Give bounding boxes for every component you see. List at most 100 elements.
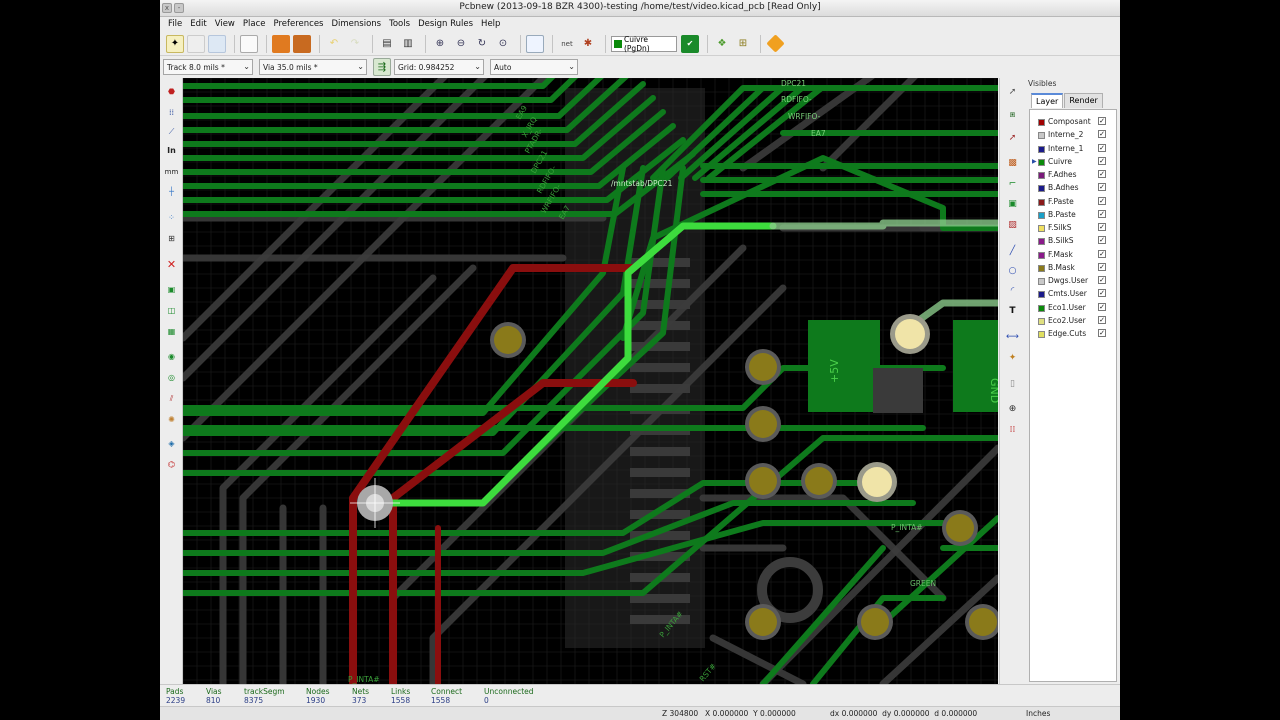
layer-color-swatch[interactable]: [1038, 304, 1045, 312]
menu-edit[interactable]: Edit: [186, 17, 210, 32]
open-board-icon[interactable]: [187, 34, 205, 53]
highlight-net-icon[interactable]: ⧆: [1004, 106, 1021, 123]
layer-row[interactable]: Cmts.User ✓: [1030, 288, 1118, 301]
layer-color-swatch[interactable]: [1038, 317, 1045, 325]
layer-color-swatch[interactable]: [1038, 264, 1045, 272]
layer-color-swatch[interactable]: [1038, 251, 1045, 259]
undo-icon[interactable]: ↶: [325, 35, 343, 53]
layer-visible-checkbox[interactable]: ✓: [1098, 236, 1106, 245]
ratsnest-icon[interactable]: ⁘: [163, 209, 180, 226]
layer-color-swatch[interactable]: [1038, 158, 1045, 166]
module-ratsnest-icon[interactable]: ⊞: [163, 230, 180, 247]
netlist-icon[interactable]: net: [558, 35, 576, 53]
zone-sketch-icon[interactable]: ▦: [163, 323, 180, 340]
layer-row[interactable]: B.Mask ✓: [1030, 262, 1118, 275]
auto-delete-track-icon[interactable]: ✕: [163, 256, 180, 273]
new-board-icon[interactable]: ✦: [166, 34, 184, 53]
polar-coords-icon[interactable]: ⟋: [163, 123, 180, 140]
add-keepout-icon[interactable]: ▨: [1004, 216, 1021, 233]
layer-visible-checkbox[interactable]: ✓: [1098, 130, 1106, 139]
autoroute-icon[interactable]: ⊞: [734, 35, 752, 53]
grid-select[interactable]: Grid: 0.984252 ⌄: [394, 59, 484, 75]
autoplace-icon[interactable]: ❖: [713, 35, 731, 53]
layer-visible-checkbox[interactable]: ✓: [1098, 262, 1106, 271]
add-circle-icon[interactable]: ○: [1004, 262, 1021, 279]
layer-visible-checkbox[interactable]: ✓: [1098, 170, 1106, 178]
menu-dimensions[interactable]: Dimensions: [327, 17, 385, 32]
module-viewer-icon[interactable]: [293, 34, 311, 53]
zoom-redraw-icon[interactable]: ↻: [473, 35, 491, 53]
add-module-icon[interactable]: ▩: [1004, 154, 1021, 171]
layer-row[interactable]: F.Paste ✓: [1030, 196, 1118, 209]
layer-color-swatch[interactable]: [1038, 238, 1045, 246]
layer-row[interactable]: F.SilkS ✓: [1030, 222, 1118, 235]
pcb-canvas[interactable]: DPC21 RDFIFO- WRFIFO- EA7 EA9 X_IRQ PTADR- DPC2…: [183, 78, 998, 684]
layer-color-swatch[interactable]: [1038, 278, 1045, 285]
layer-row[interactable]: Dwgs.User ✓: [1030, 275, 1118, 288]
select-arrow-icon[interactable]: ➚: [1004, 83, 1021, 100]
layer-row[interactable]: ▶ Cuivre ✓: [1030, 156, 1118, 169]
menu-view[interactable]: View: [211, 17, 239, 32]
find-icon[interactable]: [526, 34, 544, 53]
zone-outline-icon[interactable]: ◫: [163, 302, 180, 319]
layer-row[interactable]: F.Adhes ✓: [1030, 169, 1118, 182]
layer-color-swatch[interactable]: [1038, 198, 1045, 206]
add-dimension-icon[interactable]: ⟷: [1004, 328, 1021, 345]
layer-select-dropdown[interactable]: Cuivre (PgDn): [611, 35, 677, 53]
layer-visible-checkbox[interactable]: ✓: [1098, 183, 1106, 192]
zoom-in-icon[interactable]: ⊕: [431, 35, 449, 53]
layer-row[interactable]: B.SilkS ✓: [1030, 235, 1118, 248]
layer-color-swatch[interactable]: [1038, 172, 1045, 179]
tab-layer[interactable]: Layer: [1031, 93, 1064, 108]
layer-visible-checkbox[interactable]: ✓: [1098, 156, 1106, 165]
module-editor-icon[interactable]: [272, 34, 290, 53]
add-line-icon[interactable]: ╱: [1004, 242, 1021, 259]
layer-row[interactable]: B.Adhes ✓: [1030, 182, 1118, 195]
layer-visible-checkbox[interactable]: ✓: [1098, 302, 1106, 311]
layer-visible-checkbox[interactable]: ✓: [1098, 143, 1106, 152]
menu-tools[interactable]: Tools: [385, 17, 414, 32]
layer-visible-checkbox[interactable]: ✓: [1098, 249, 1106, 258]
full-cursor-icon[interactable]: ┼: [163, 183, 180, 200]
layer-color-swatch[interactable]: [1038, 225, 1045, 232]
menu-preferences[interactable]: Preferences: [269, 17, 327, 32]
layer-row[interactable]: Composant ✓: [1030, 116, 1118, 129]
zoom-select[interactable]: Auto ⌄: [490, 59, 578, 75]
layer-visible-checkbox[interactable]: ✓: [1098, 289, 1106, 298]
pad-sketch-icon[interactable]: ◉: [163, 348, 180, 365]
add-target-icon[interactable]: ✦: [1004, 349, 1021, 366]
layer-color-swatch[interactable]: [1038, 291, 1045, 299]
units-mm-icon[interactable]: mm: [163, 163, 180, 180]
layer-color-swatch[interactable]: [1038, 132, 1045, 140]
scripting-icon[interactable]: [766, 34, 785, 53]
layer-pair-icon[interactable]: ✔: [681, 34, 699, 53]
drc-icon[interactable]: ✱: [579, 35, 597, 53]
layer-row[interactable]: Eco2.User ✓: [1030, 315, 1118, 328]
grid-origin-icon[interactable]: ⁞⁞: [1004, 421, 1021, 438]
layer-visible-checkbox[interactable]: ✓: [1098, 223, 1106, 231]
layer-visible-checkbox[interactable]: ✓: [1098, 329, 1106, 337]
add-arc-icon[interactable]: ◜: [1004, 282, 1021, 299]
tab-render[interactable]: Render: [1064, 93, 1103, 108]
layer-color-swatch[interactable]: [1038, 185, 1045, 193]
layer-visible-checkbox[interactable]: ✓: [1098, 276, 1106, 284]
plot-icon[interactable]: ▥: [399, 35, 417, 53]
layer-visible-checkbox[interactable]: ✓: [1098, 196, 1106, 205]
via-sketch-icon[interactable]: ◎: [163, 369, 180, 386]
menu-place[interactable]: Place: [239, 17, 270, 32]
units-inch-icon[interactable]: In: [163, 142, 180, 159]
set-origin-icon[interactable]: ⊕: [1004, 400, 1021, 417]
zone-fill-icon[interactable]: ▣: [163, 281, 180, 298]
drc-off-icon[interactable]: ⬣: [163, 83, 180, 100]
grid-icon[interactable]: ⁞⁞: [163, 104, 180, 121]
page-settings-icon[interactable]: [240, 34, 258, 53]
layer-row[interactable]: Edge.Cuts ✓: [1030, 328, 1118, 341]
print-icon[interactable]: ▤: [378, 35, 396, 53]
layer-row[interactable]: Interne_2 ✓: [1030, 129, 1118, 142]
layer-row[interactable]: Interne_1 ✓: [1030, 143, 1118, 156]
add-text-icon[interactable]: T: [1004, 302, 1021, 319]
layer-row[interactable]: F.Mask ✓: [1030, 249, 1118, 262]
save-board-icon[interactable]: [208, 34, 226, 53]
zoom-out-icon[interactable]: ⊖: [452, 35, 470, 53]
redo-icon[interactable]: ↷: [346, 35, 364, 53]
